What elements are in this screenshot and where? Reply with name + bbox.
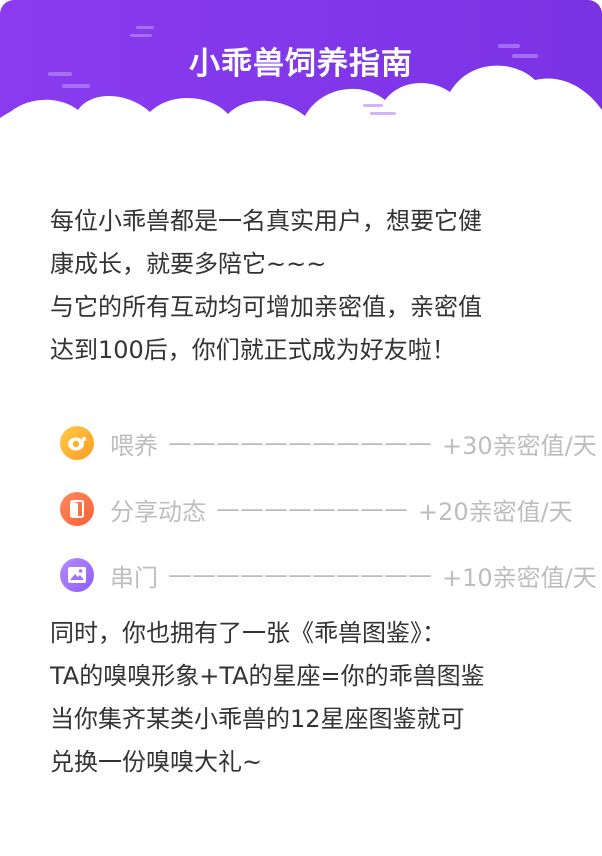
intro-line: 达到100后，你们就正式成为好友啦！: [50, 336, 456, 364]
intro-line: 与它的所有互动均可增加亲密值，亲密值: [50, 293, 482, 321]
reward-separator: ————————: [216, 495, 408, 523]
page-title: 小乖兽饲养指南: [189, 46, 413, 82]
reward-row-feed: 喂养 ——————————— +30亲密值/天: [60, 410, 597, 476]
intro-line: 康成长，就要多陪它~~~: [50, 250, 327, 278]
reward-label: 串门: [110, 563, 158, 592]
reward-value: +30亲密值/天: [442, 431, 597, 460]
egg-icon: [60, 426, 94, 460]
outro-paragraph: 同时，你也拥有了一张《乖兽图鉴》： TA的嗅嗅形象+TA的星座=你的乖兽图鉴 当…: [50, 612, 570, 784]
intro-paragraph: 每位小乖兽都是一名真实用户，想要它健 康成长，就要多陪它~~~ 与它的所有互动均…: [50, 200, 560, 372]
door-icon: [60, 492, 94, 526]
reward-separator: ———————————: [168, 561, 432, 589]
outro-line: 兑换一份嗅嗅大礼~: [50, 748, 263, 776]
rewards-list: 喂养 ——————————— +30亲密值/天 分享动态 ———————— +2…: [60, 410, 597, 608]
image-icon: [60, 558, 94, 592]
reward-row-visit: 串门 ——————————— +10亲密值/天: [60, 542, 597, 608]
header-banner: 小乖兽饲养指南: [0, 0, 602, 170]
outro-line: TA的嗅嗅形象+TA的星座=你的乖兽图鉴: [50, 662, 485, 690]
intro-line: 每位小乖兽都是一名真实用户，想要它健: [50, 207, 482, 235]
reward-label: 喂养: [110, 431, 158, 460]
outro-line: 当你集齐某类小乖兽的12星座图鉴就可: [50, 705, 465, 733]
reward-row-share: 分享动态 ———————— +20亲密值/天: [60, 476, 580, 542]
reward-value: +20亲密值/天: [418, 497, 573, 526]
reward-label: 分享动态: [110, 497, 206, 526]
outro-line: 同时，你也拥有了一张《乖兽图鉴》：: [50, 619, 446, 647]
reward-value: +10亲密值/天: [442, 563, 597, 592]
guide-card: 小乖兽饲养指南 每位小乖兽都是一名真实用户，想要它健 康成长，就要多陪它~~~ …: [0, 0, 602, 856]
reward-separator: ———————————: [168, 429, 432, 457]
